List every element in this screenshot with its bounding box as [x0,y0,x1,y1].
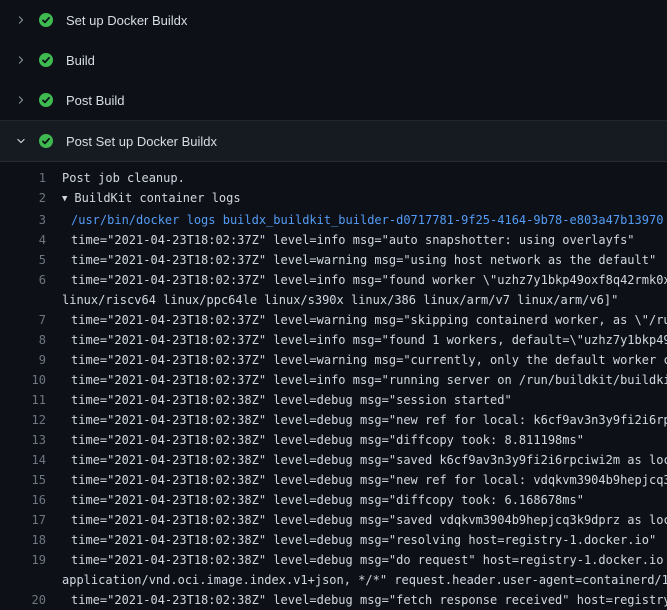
log-line: 8 time="2021-04-23T18:02:37Z" level=info … [0,330,667,350]
log-line: 18 time="2021-04-23T18:02:38Z" level=debu… [0,530,667,550]
line-number[interactable]: 10 [0,370,46,390]
check-circle-icon [38,92,54,108]
check-circle-icon [38,12,54,28]
chevron-down-icon [14,136,28,146]
log-text: time="2021-04-23T18:02:38Z" level=debug … [62,430,667,450]
log-text: time="2021-04-23T18:02:37Z" level=warnin… [62,250,667,270]
line-number[interactable]: 2 [0,188,46,210]
log-text: time="2021-04-23T18:02:38Z" level=debug … [62,590,667,610]
log-text: time="2021-04-23T18:02:38Z" level=debug … [62,450,667,470]
log-line: linux/riscv64 linux/ppc64le linux/s390x … [0,290,667,310]
line-number[interactable]: 7 [0,310,46,330]
step-header-post-set-up-docker-buildx[interactable]: Post Set up Docker Buildx [0,120,667,162]
line-number[interactable]: 19 [0,550,46,570]
log-line: 2 ▼ BuildKit container logs [0,188,667,210]
log-text: application/vnd.oci.image.index.v1+json,… [62,570,667,590]
log-output: 1 Post job cleanup. 2 ▼ BuildKit container l… [0,162,667,610]
log-text: linux/riscv64 linux/ppc64le linux/s390x … [62,290,667,310]
line-number[interactable]: 16 [0,490,46,510]
step-title: Post Set up Docker Buildx [66,134,217,149]
line-number[interactable]: 1 [0,168,46,188]
steps-list: Set up Docker Buildx Build Post Build Post … [0,0,667,162]
log-text: time="2021-04-23T18:02:37Z" level=info m… [62,230,667,250]
log-line: 4 time="2021-04-23T18:02:37Z" level=info … [0,230,667,250]
log-line: 19 time="2021-04-23T18:02:38Z" level=debu… [0,550,667,570]
log-text: time="2021-04-23T18:02:38Z" level=debug … [62,550,667,570]
line-number[interactable]: 5 [0,250,46,270]
line-number[interactable]: 17 [0,510,46,530]
line-number [0,290,46,310]
group-label: BuildKit container logs [74,191,240,205]
line-number[interactable]: 9 [0,350,46,370]
step-header-post-build[interactable]: Post Build [0,80,667,120]
line-number[interactable]: 12 [0,410,46,430]
line-number[interactable]: 15 [0,470,46,490]
chevron-right-icon [14,55,28,65]
line-number[interactable]: 8 [0,330,46,350]
log-text: time="2021-04-23T18:02:38Z" level=debug … [62,490,667,510]
triangle-down-icon: ▼ [62,189,67,209]
github-actions-log-viewer: Set up Docker Buildx Build Post Build Post … [0,0,667,610]
line-number[interactable]: 3 [0,210,46,230]
log-text: time="2021-04-23T18:02:37Z" level=info m… [62,330,667,350]
log-text: time="2021-04-23T18:02:38Z" level=debug … [62,410,667,430]
log-text: time="2021-04-23T18:02:37Z" level=info m… [62,270,667,290]
line-number [0,570,46,590]
log-text: time="2021-04-23T18:02:37Z" level=info m… [62,370,667,390]
log-line: application/vnd.oci.image.index.v1+json,… [0,570,667,590]
log-line: 15 time="2021-04-23T18:02:38Z" level=debu… [0,470,667,490]
command-text: /usr/bin/docker logs buildx_buildkit_bui… [62,210,667,230]
log-line: 5 time="2021-04-23T18:02:37Z" level=warni… [0,250,667,270]
group-header[interactable]: ▼ BuildKit container logs [62,188,667,210]
log-line: 13 time="2021-04-23T18:02:38Z" level=debu… [0,430,667,450]
step-header-build[interactable]: Build [0,40,667,80]
log-line: 10 time="2021-04-23T18:02:37Z" level=info… [0,370,667,390]
log-text: time="2021-04-23T18:02:37Z" level=warnin… [62,310,667,330]
step-title: Post Build [66,93,125,108]
log-text: time="2021-04-23T18:02:37Z" level=warnin… [62,350,667,370]
log-line: 1 Post job cleanup. [0,168,667,188]
line-number[interactable]: 13 [0,430,46,450]
log-text: Post job cleanup. [62,168,667,188]
check-circle-icon [38,52,54,68]
log-line: 6 time="2021-04-23T18:02:37Z" level=info … [0,270,667,290]
log-line: 3/usr/bin/docker logs buildx_buildkit_bu… [0,210,667,230]
line-number[interactable]: 6 [0,270,46,290]
step-header-set-up-docker-buildx[interactable]: Set up Docker Buildx [0,0,667,40]
log-line: 9 time="2021-04-23T18:02:37Z" level=warni… [0,350,667,370]
log-line: 20 time="2021-04-23T18:02:38Z" level=debu… [0,590,667,610]
line-number[interactable]: 18 [0,530,46,550]
chevron-right-icon [14,15,28,25]
log-line: 7 time="2021-04-23T18:02:37Z" level=warni… [0,310,667,330]
step-title: Build [66,53,95,68]
log-line: 17 time="2021-04-23T18:02:38Z" level=debu… [0,510,667,530]
log-line: 14 time="2021-04-23T18:02:38Z" level=debu… [0,450,667,470]
log-text: time="2021-04-23T18:02:38Z" level=debug … [62,510,667,530]
log-text: time="2021-04-23T18:02:38Z" level=debug … [62,470,667,490]
line-number[interactable]: 14 [0,450,46,470]
log-line: 12 time="2021-04-23T18:02:38Z" level=debu… [0,410,667,430]
log-text: time="2021-04-23T18:02:38Z" level=debug … [62,390,667,410]
line-number[interactable]: 11 [0,390,46,410]
step-title: Set up Docker Buildx [66,13,187,28]
check-circle-icon [38,133,54,149]
log-text: time="2021-04-23T18:02:38Z" level=debug … [62,530,667,550]
chevron-right-icon [14,95,28,105]
line-number[interactable]: 20 [0,590,46,610]
log-line: 16 time="2021-04-23T18:02:38Z" level=debu… [0,490,667,510]
log-line: 11 time="2021-04-23T18:02:38Z" level=debu… [0,390,667,410]
line-number[interactable]: 4 [0,230,46,250]
